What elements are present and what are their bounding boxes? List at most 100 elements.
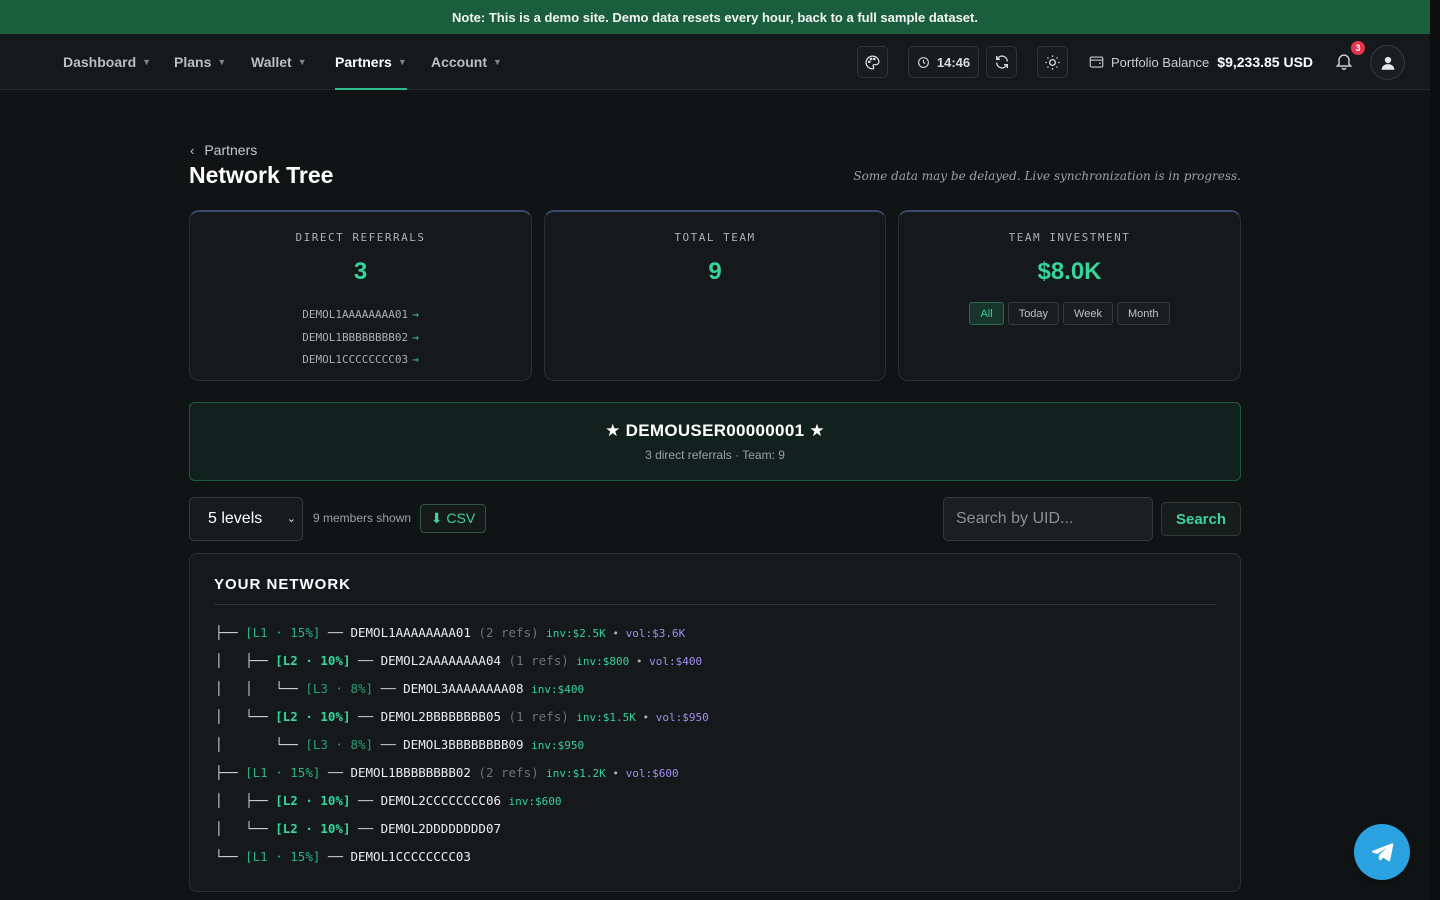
network-panel: YOUR NETWORK ├── [L1 · 15%] ── DEMOL1AAA… [189, 553, 1241, 892]
member-investment: inv:$400 [531, 683, 585, 696]
tree-connector: ├── [215, 765, 246, 780]
tree-separator: ── [320, 849, 351, 864]
filter-week-button[interactable]: Week [1063, 302, 1113, 325]
nav-partners[interactable]: Partners ▼ [335, 34, 407, 90]
nav-plans[interactable]: Plans ▼ [174, 34, 226, 90]
refresh-button[interactable] [986, 46, 1017, 78]
member-uid[interactable]: DEMOL2AAAAAAAA04 [381, 653, 501, 668]
chevron-down-icon: ⌄ [286, 513, 296, 525]
member-investment: inv:$2.5K [546, 627, 606, 640]
nav-partners-label: Partners [335, 54, 392, 70]
member-uid[interactable]: DEMOL1BBBBBBBB02 [350, 765, 470, 780]
divider [214, 604, 1216, 605]
direct-referrals-list: DEMOL1AAAAAAAA01 → DEMOL1BBBBBBBB02 → DEMO… [190, 304, 531, 372]
tree-row: │ │ └── [L3 · 8%] ── DEMOL3AAAAAAAA08 in… [215, 675, 709, 703]
tree-separator: ── [350, 821, 381, 836]
sun-icon [1045, 54, 1060, 70]
tree-connector: │ └── [215, 821, 276, 836]
palette-icon [865, 54, 880, 70]
member-uid[interactable]: DEMOL3BBBBBBBB09 [403, 737, 523, 752]
tree-row: │ └── [L2 · 10%] ── DEMOL2DDDDDDDD07 [215, 815, 709, 843]
back-to-partners-link[interactable]: ‹ Partners [190, 140, 257, 160]
member-uid[interactable]: DEMOL2CCCCCCCC06 [381, 793, 501, 808]
member-uid[interactable]: DEMOL2BBBBBBBB05 [381, 709, 501, 724]
members-shown-count: 9 members shown [313, 511, 412, 525]
balance-value: $9,233.85 USD [1217, 54, 1314, 70]
level-badge: [L1 · 15%] [245, 765, 321, 780]
uid-search-input[interactable] [943, 497, 1153, 541]
filter-today-button[interactable]: Today [1007, 302, 1060, 325]
referral-uid: DEMOL1AAAAAAAA01 [302, 308, 409, 321]
direct-referrals-card: DIRECT REFERRALS 3 DEMOL1AAAAAAAA01 → DEM… [189, 210, 532, 381]
member-uid[interactable]: DEMOL3AAAAAAAA08 [403, 681, 523, 696]
bell-icon [1335, 54, 1353, 71]
filter-all-button[interactable]: All [969, 302, 1004, 325]
total-team-card: TOTAL TEAM 9 [544, 210, 886, 381]
nav-wallet[interactable]: Wallet ▼ [251, 34, 307, 90]
user-menu-avatar[interactable] [1370, 45, 1405, 80]
member-refs: (2 refs) [470, 625, 539, 640]
investment-period-filters: All Today Week Month [899, 302, 1240, 325]
card-label: TOTAL TEAM [674, 231, 756, 244]
card-label: DIRECT REFERRALS [295, 231, 426, 244]
page-title: Network Tree [189, 162, 334, 188]
clock-icon [917, 56, 929, 68]
dot-separator: • [629, 655, 650, 668]
demo-notice-text: Note: This is a demo site. Demo data res… [452, 9, 978, 25]
tree-row: ├── [L1 · 15%] ── DEMOL1BBBBBBBB02 (2 re… [215, 759, 709, 787]
tree-connector: │ │ └── [215, 681, 306, 696]
telegram-icon [1372, 843, 1394, 862]
nav-dashboard-label: Dashboard [63, 54, 137, 70]
arrow-right-icon: → [412, 330, 419, 344]
back-link-label: Partners [204, 142, 258, 158]
referral-link[interactable]: DEMOL1AAAAAAAA01 → [190, 304, 531, 327]
tree-connector: │ ├── [215, 653, 276, 668]
tree-row: ├── [L1 · 15%] ── DEMOL1AAAAAAAA01 (2 re… [215, 619, 709, 647]
member-uid[interactable]: DEMOL1CCCCCCCC03 [350, 849, 470, 864]
chevron-left-icon: ‹ [190, 142, 195, 158]
nav-wallet-label: Wallet [251, 54, 292, 70]
tree-separator: ── [373, 737, 404, 752]
level-badge: [L1 · 15%] [245, 849, 321, 864]
member-volume: vol:$3.6K [625, 627, 686, 640]
member-uid[interactable]: DEMOL2DDDDDDDD07 [381, 821, 501, 836]
notifications-button[interactable] [1334, 51, 1356, 73]
referral-link[interactable]: DEMOL1BBBBBBBB02 → [190, 327, 531, 350]
balance-label: Portfolio Balance [1111, 54, 1210, 70]
nav-dashboard[interactable]: Dashboard ▼ [63, 34, 151, 90]
referral-link[interactable]: DEMOL1CCCCCCCC03 → [190, 349, 531, 372]
referral-uid: DEMOL1CCCCCCCC03 [302, 353, 409, 366]
export-csv-button[interactable]: ⬇ CSV [420, 504, 486, 533]
level-badge: [L3 · 8%] [305, 681, 374, 696]
clock-display: 14:46 [908, 46, 979, 78]
arrow-right-icon: → [412, 308, 419, 321]
tree-connector: ├── [215, 625, 246, 640]
tree-separator: ── [373, 681, 404, 696]
nav-account[interactable]: Account ▼ [431, 34, 502, 90]
top-navigation: Dashboard ▼ Plans ▼ Wallet ▼ Partners ▼ Acco… [0, 34, 1430, 90]
member-volume: vol:$950 [655, 711, 709, 724]
member-refs: (1 refs) [501, 653, 569, 668]
member-investment: inv:$1.5K [576, 711, 636, 724]
tree-connector: │ └── [215, 709, 276, 724]
page-scrollbar[interactable] [1430, 0, 1440, 900]
theme-toggle-button[interactable] [1037, 46, 1068, 78]
clock-time: 14:46 [936, 54, 971, 70]
tree-row: │ ├── [L2 · 10%] ── DEMOL2AAAAAAAA04 (1 … [215, 647, 709, 675]
level-badge: [L3 · 8%] [305, 737, 374, 752]
theme-palette-button[interactable] [857, 46, 888, 78]
telegram-support-button[interactable] [1354, 824, 1410, 880]
levels-select[interactable]: 5 levels ⌄ [189, 497, 303, 541]
wallet-icon [1089, 56, 1104, 68]
member-investment: inv:$600 [508, 795, 562, 808]
card-label: TEAM INVESTMENT [1008, 231, 1131, 244]
member-volume: vol:$600 [625, 767, 679, 780]
chevron-down-icon: ▼ [397, 57, 407, 67]
search-button[interactable]: Search [1161, 502, 1241, 536]
tree-row: │ └── [L2 · 10%] ── DEMOL2BBBBBBBB05 (1 … [215, 703, 709, 731]
filter-month-button[interactable]: Month [1116, 302, 1170, 325]
member-uid[interactable]: DEMOL1AAAAAAAA01 [350, 625, 470, 640]
nav-account-label: Account [431, 54, 487, 70]
dot-separator: • [635, 711, 656, 724]
levels-select-value: 5 levels [208, 510, 263, 527]
